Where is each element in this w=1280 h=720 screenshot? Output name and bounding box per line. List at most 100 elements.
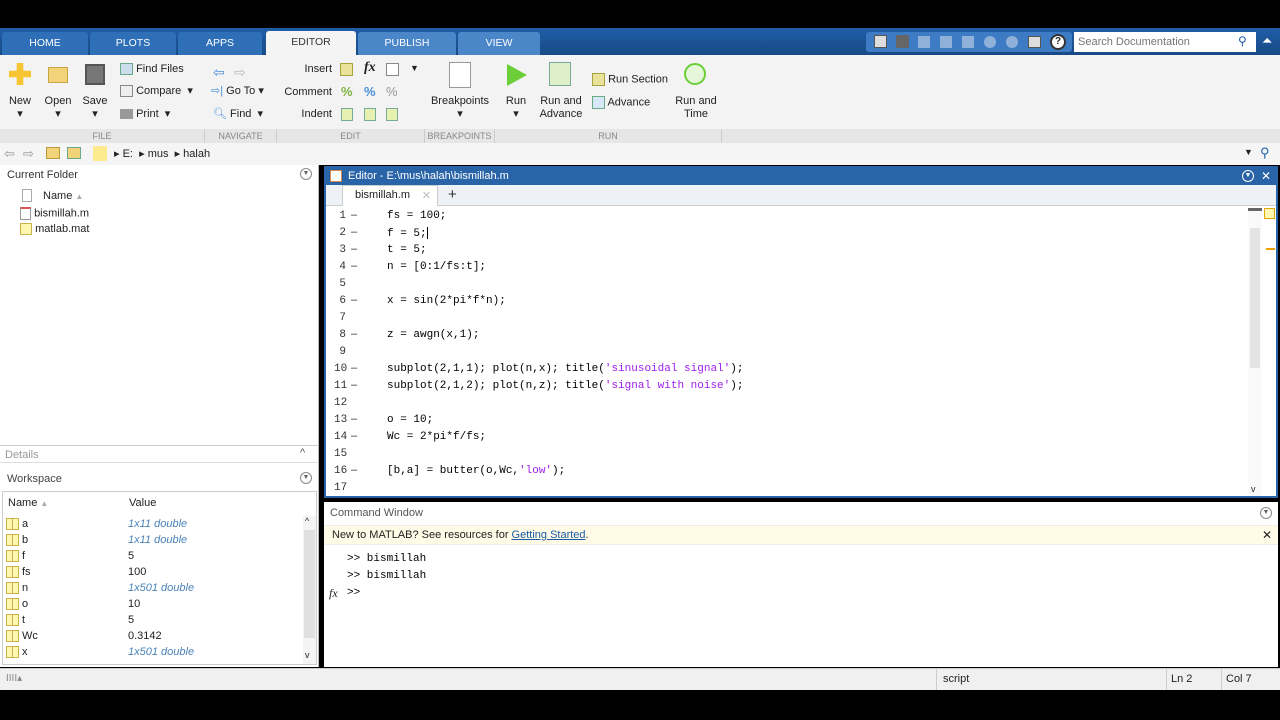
- run-and-time-button[interactable]: Run and Time: [672, 95, 720, 121]
- decrease-indent-icon[interactable]: [386, 108, 398, 121]
- line-number[interactable]: 3: [334, 244, 346, 256]
- executable-line-marker[interactable]: –: [351, 464, 357, 476]
- scrollbar-thumb[interactable]: [304, 530, 315, 638]
- workspace-row[interactable]: fs 100: [3, 564, 303, 580]
- executable-line-marker[interactable]: –: [351, 362, 357, 374]
- code-line[interactable]: [b,a] = butter(o,Wc,'low');: [387, 465, 565, 477]
- close-tab-icon[interactable]: ✕: [422, 189, 431, 202]
- minimize-ribbon-icon[interactable]: ⏶: [1262, 33, 1272, 49]
- smart-indent-icon[interactable]: [341, 108, 353, 121]
- copy-icon[interactable]: [940, 36, 952, 48]
- executable-line-marker[interactable]: –: [351, 294, 357, 306]
- code-line[interactable]: t = 5;: [387, 244, 427, 256]
- code-analyzer-status-icon[interactable]: [1264, 208, 1275, 219]
- compare-button[interactable]: Compare ▾: [120, 85, 193, 98]
- ws-name-header[interactable]: Name ▲: [8, 497, 48, 509]
- executable-line-marker[interactable]: –: [351, 209, 357, 221]
- back-icon[interactable]: ⇦: [4, 146, 15, 162]
- line-number[interactable]: 4: [334, 261, 346, 273]
- line-number[interactable]: 2: [334, 227, 346, 239]
- executable-line-marker[interactable]: –: [351, 430, 357, 442]
- executable-line-marker[interactable]: –: [351, 226, 357, 238]
- close-notice-icon[interactable]: ✕: [1262, 528, 1272, 542]
- file-tab-bismillah[interactable]: bismillah.m ✕: [342, 185, 438, 206]
- forward-arrow-icon[interactable]: ⇨: [234, 64, 246, 81]
- breadcrumb[interactable]: ▸ E: ▸ mus ▸ halah: [114, 147, 210, 160]
- line-number[interactable]: 15: [334, 448, 347, 460]
- path-halah[interactable]: halah: [183, 148, 210, 160]
- workspace-row[interactable]: x 1x501 double: [3, 644, 303, 660]
- line-number[interactable]: 14: [334, 431, 347, 443]
- redo-icon[interactable]: [1006, 36, 1018, 48]
- search-folder-icon[interactable]: ⚲: [1260, 145, 1270, 161]
- command-prompt[interactable]: >>: [347, 587, 360, 599]
- line-number[interactable]: 9: [334, 346, 346, 358]
- uncomment-icon[interactable]: %: [364, 84, 376, 99]
- line-number[interactable]: 13: [334, 414, 347, 426]
- editor-actions-icon[interactable]: ▼: [1242, 170, 1254, 182]
- file-item[interactable]: bismillah.m: [20, 207, 89, 220]
- advance-button[interactable]: Advance: [592, 96, 650, 109]
- file-item[interactable]: matlab.mat: [20, 223, 89, 236]
- insert-section-icon[interactable]: [340, 63, 353, 76]
- increase-indent-icon[interactable]: [364, 108, 376, 121]
- save-button[interactable]: Save ▾: [79, 95, 111, 121]
- executable-line-marker[interactable]: –: [351, 379, 357, 391]
- insert-dropdown-icon[interactable]: ▼: [410, 63, 419, 73]
- search-documentation-input[interactable]: [1074, 32, 1256, 52]
- warning-marker[interactable]: [1266, 248, 1275, 250]
- editor-scrollbar[interactable]: v: [1248, 208, 1262, 496]
- tab-plots[interactable]: PLOTS: [90, 32, 176, 55]
- line-number[interactable]: 16: [334, 465, 347, 477]
- line-number[interactable]: 6: [334, 295, 346, 307]
- editor-scroll-down-icon[interactable]: v: [1251, 484, 1256, 494]
- tab-editor[interactable]: EDITOR: [266, 31, 356, 55]
- search-icon[interactable]: ⚲: [1238, 34, 1247, 48]
- browse-folder-icon[interactable]: [67, 147, 81, 159]
- insert-button[interactable]: Insert: [280, 63, 332, 76]
- workspace-actions-icon[interactable]: ▼: [300, 472, 312, 484]
- code-line[interactable]: x = sin(2*pi*f*n);: [387, 295, 506, 307]
- workspace-row[interactable]: o 10: [3, 596, 303, 612]
- breakpoints-button[interactable]: Breakpoints ▾: [428, 95, 492, 121]
- code-line[interactable]: n = [0:1/fs:t];: [387, 261, 486, 273]
- details-panel[interactable]: Details ^: [0, 445, 318, 463]
- close-editor-icon[interactable]: ✕: [1261, 168, 1271, 185]
- executable-line-marker[interactable]: –: [351, 413, 357, 425]
- scroll-up-icon[interactable]: ^: [305, 516, 309, 526]
- tab-home[interactable]: HOME: [2, 32, 88, 55]
- find-files-button[interactable]: Find Files: [120, 63, 184, 76]
- undo-icon[interactable]: [984, 36, 996, 48]
- open-button[interactable]: Open ▾: [42, 95, 74, 121]
- cut-icon[interactable]: [918, 36, 930, 48]
- code-line[interactable]: subplot(2,1,1); plot(n,x); title('sinuso…: [387, 363, 743, 375]
- path-dropdown-icon[interactable]: ▼: [1244, 147, 1253, 157]
- workspace-scrollbar[interactable]: ^ v: [303, 516, 316, 664]
- paste-icon[interactable]: [962, 36, 974, 48]
- forward-icon[interactable]: ⇨: [23, 146, 34, 162]
- run-section-button[interactable]: Run Section: [592, 73, 668, 86]
- workspace-row[interactable]: a 1x11 double: [3, 516, 303, 532]
- executable-line-marker[interactable]: –: [351, 328, 357, 340]
- run-and-advance-button[interactable]: Run and Advance: [538, 95, 584, 121]
- code-line[interactable]: subplot(2,1,2); plot(n,z); title('signal…: [387, 380, 743, 392]
- indent-button[interactable]: Indent: [280, 108, 332, 121]
- line-number[interactable]: 8: [334, 329, 346, 341]
- executable-line-marker[interactable]: –: [351, 243, 357, 255]
- print-button[interactable]: Print ▾: [120, 108, 170, 121]
- line-number[interactable]: 5: [334, 278, 346, 290]
- function-browser-icon[interactable]: fx: [329, 586, 338, 601]
- find-button[interactable]: 🔍︎ Find ▾: [213, 108, 263, 121]
- code-area[interactable]: 1– fs = 100; 2– f = 5; 3– t = 5; 4– n = [0:1/fs…: [326, 208, 1248, 496]
- workspace-row[interactable]: b 1x11 double: [3, 532, 303, 548]
- path-mus[interactable]: mus: [148, 148, 169, 160]
- code-line[interactable]: z = awgn(x,1);: [387, 329, 479, 341]
- run-button[interactable]: Run ▾: [500, 95, 532, 121]
- insert-fx-icon[interactable]: [386, 63, 399, 76]
- line-number[interactable]: 11: [334, 380, 347, 392]
- command-window-actions-icon[interactable]: ▼: [1260, 507, 1272, 519]
- ws-value-header[interactable]: Value: [129, 497, 156, 509]
- comment-icon[interactable]: %: [341, 84, 353, 99]
- new-button[interactable]: New ▾: [4, 95, 36, 121]
- back-arrow-icon[interactable]: ⇦: [213, 64, 225, 81]
